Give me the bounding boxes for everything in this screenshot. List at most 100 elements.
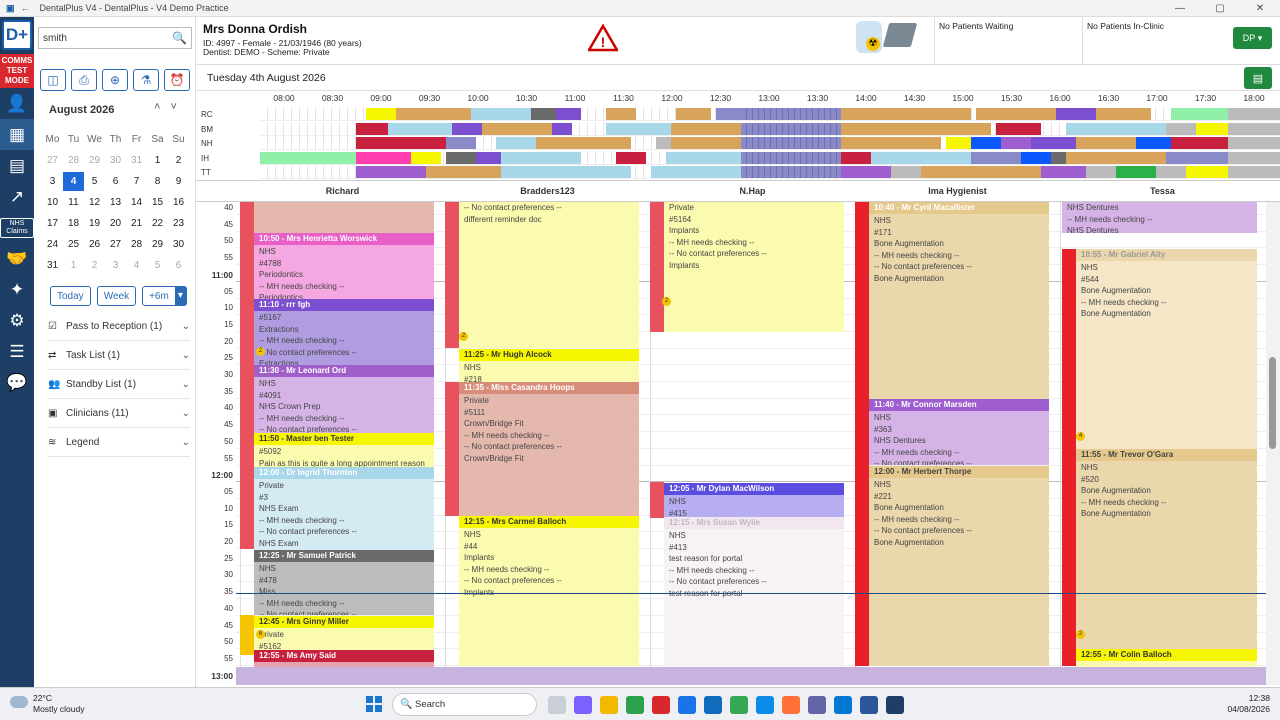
calendar-day[interactable]: 8 xyxy=(147,176,168,187)
timeline-booking[interactable] xyxy=(671,122,741,135)
chevron-down-icon[interactable]: ⌄ xyxy=(182,321,190,332)
appointment-card[interactable]: 11:50 - Master ben Tester #5092 Pain as th… xyxy=(254,433,434,467)
timeline-booking[interactable] xyxy=(891,166,921,178)
timeline-booking[interactable] xyxy=(666,151,741,164)
timeline-booking[interactable] xyxy=(452,122,482,135)
handshake-icon[interactable]: 🤝 xyxy=(0,243,34,274)
appointment-card[interactable]: 12:00 - Dr Ingrid Thornton Private #3 NHS E… xyxy=(254,467,434,550)
plus-6m-button[interactable]: +6m ▾ xyxy=(142,286,187,306)
close-icon[interactable]: ✕ xyxy=(1240,3,1280,14)
timeline-booking[interactable] xyxy=(1021,151,1051,164)
chrome-icon[interactable] xyxy=(626,696,644,714)
appointment-card[interactable]: 11:55 - Mr Trevor O'Gara NHS #520 Bone Augm… xyxy=(1076,449,1257,649)
calendar-day[interactable]: 15 xyxy=(147,197,168,208)
timeline-booking[interactable] xyxy=(501,166,531,178)
timeline-booking[interactable] xyxy=(1156,166,1186,178)
timeline-booking[interactable] xyxy=(841,108,971,120)
notification-badge[interactable]: 4 xyxy=(1076,432,1085,441)
documents-icon[interactable]: ▤ xyxy=(0,150,34,181)
checklist-icon[interactable]: ☰ xyxy=(0,336,34,367)
maximize-icon[interactable]: ▢ xyxy=(1200,3,1240,14)
calendar-day[interactable]: 24 xyxy=(42,239,63,250)
timeline-booking[interactable] xyxy=(366,108,396,120)
timeline-booking[interactable] xyxy=(841,137,941,149)
timeline-booking[interactable] xyxy=(356,137,446,149)
lab-flask-button[interactable]: ⚗ xyxy=(133,69,159,91)
calendar-day[interactable]: 3 xyxy=(42,176,63,187)
notification-badge[interactable]: 2 xyxy=(459,332,468,341)
calendar-day[interactable]: 31 xyxy=(126,155,147,166)
timeline-booking[interactable] xyxy=(971,137,1001,149)
timeline-booking[interactable] xyxy=(531,166,631,178)
appointment-card[interactable]: 11:25 - Mr Hugh Alcock NHS #218 xyxy=(459,349,639,382)
outlook-icon[interactable] xyxy=(704,696,722,714)
timeline-booking[interactable] xyxy=(356,122,388,135)
legend-panel[interactable]: ≋ Legend ⌄ xyxy=(48,429,190,457)
chat-icon[interactable]: 💬 xyxy=(0,367,34,398)
calendar-day[interactable]: 4 xyxy=(126,260,147,271)
column-header-bradders123[interactable]: Bradders123 xyxy=(445,186,650,196)
calendar-day[interactable]: 6 xyxy=(168,260,189,271)
minimize-icon[interactable]: — xyxy=(1160,3,1200,14)
timeline-booking[interactable] xyxy=(552,122,572,135)
prev-month-icon[interactable]: ˄ xyxy=(154,101,170,113)
timeline-booking[interactable] xyxy=(536,137,591,149)
calendar-day[interactable]: 30 xyxy=(168,239,189,250)
timeline-booking[interactable] xyxy=(411,151,441,164)
calendar-day[interactable]: 7 xyxy=(126,176,147,187)
column-header-nhap[interactable]: N.Hap xyxy=(650,186,855,196)
calendar-day[interactable]: 1 xyxy=(63,260,84,271)
calendar-day[interactable]: 6 xyxy=(105,176,126,187)
appointment-card[interactable]: Private #5164 Implants -- MH needs checking… xyxy=(664,202,844,332)
timeline-booking[interactable] xyxy=(1066,151,1166,164)
calendar-day[interactable]: 2 xyxy=(168,155,189,166)
appointment-card[interactable] xyxy=(254,202,434,233)
timeline-booking[interactable] xyxy=(471,166,501,178)
weather-widget[interactable]: 22°C Mostly cloudy xyxy=(33,693,85,715)
timeline-booking[interactable] xyxy=(996,122,1041,135)
calendar-day[interactable]: 18 xyxy=(63,218,84,229)
notification-badge[interactable]: 2 xyxy=(256,347,265,356)
timeline-booking[interactable] xyxy=(532,122,552,135)
timeline-booking[interactable] xyxy=(1096,108,1151,120)
zoom-button[interactable]: ⊕ xyxy=(102,69,128,91)
timeline-booking[interactable] xyxy=(496,137,536,149)
dentalplus-logo-icon[interactable]: D+ xyxy=(2,20,32,50)
timeline-booking[interactable] xyxy=(446,151,476,164)
appointment-card[interactable]: 12:15 - Mrs Susan Wylie NHS #413 test reaso… xyxy=(664,517,844,667)
timeline-booking[interactable] xyxy=(716,108,741,120)
next-month-icon[interactable]: ˅ xyxy=(170,101,186,113)
back-icon[interactable]: ← xyxy=(21,3,30,13)
task-view-icon[interactable] xyxy=(548,696,566,714)
timeline-booking[interactable] xyxy=(1186,166,1228,178)
notification-badge[interactable]: 2 xyxy=(1076,630,1085,639)
calendar-day[interactable]: 16 xyxy=(168,197,189,208)
calendar-day[interactable]: 13 xyxy=(105,197,126,208)
timeline-booking[interactable] xyxy=(446,137,476,149)
calendar-day[interactable]: 9 xyxy=(168,176,189,187)
timeline-booking[interactable] xyxy=(651,166,741,178)
timeline-booking[interactable] xyxy=(676,108,711,120)
timeline-booking[interactable] xyxy=(1041,166,1086,178)
calendar-day[interactable]: 14 xyxy=(126,197,147,208)
timeline-booking[interactable] xyxy=(871,151,971,164)
calendar-day[interactable]: 25 xyxy=(63,239,84,250)
dentalplus-taskbar-icon[interactable] xyxy=(886,696,904,714)
user-icon[interactable]: 👤 xyxy=(0,88,34,119)
waiting-patients-box[interactable]: No Patients Waiting xyxy=(934,17,1082,64)
timeline-booking[interactable] xyxy=(388,122,452,135)
timeline-booking[interactable] xyxy=(1056,108,1096,120)
timeline-booking[interactable] xyxy=(556,108,581,120)
patient-name[interactable]: Mrs Donna Ordish xyxy=(203,22,307,36)
timeline-booking[interactable] xyxy=(501,151,581,164)
calendar-day[interactable]: 12 xyxy=(84,197,105,208)
app-red-icon[interactable] xyxy=(652,696,670,714)
column-header-tessa[interactable]: Tessa xyxy=(1060,186,1265,196)
file-explorer-icon[interactable] xyxy=(600,696,618,714)
calendar-day[interactable]: 28 xyxy=(63,155,84,166)
timeline-booking[interactable] xyxy=(606,122,671,135)
timeline-booking[interactable] xyxy=(426,166,471,178)
alarm-clock-button[interactable]: ⏰ xyxy=(164,69,190,91)
print-button[interactable]: ⎙ xyxy=(71,69,97,91)
calendar-day[interactable]: 21 xyxy=(126,218,147,229)
